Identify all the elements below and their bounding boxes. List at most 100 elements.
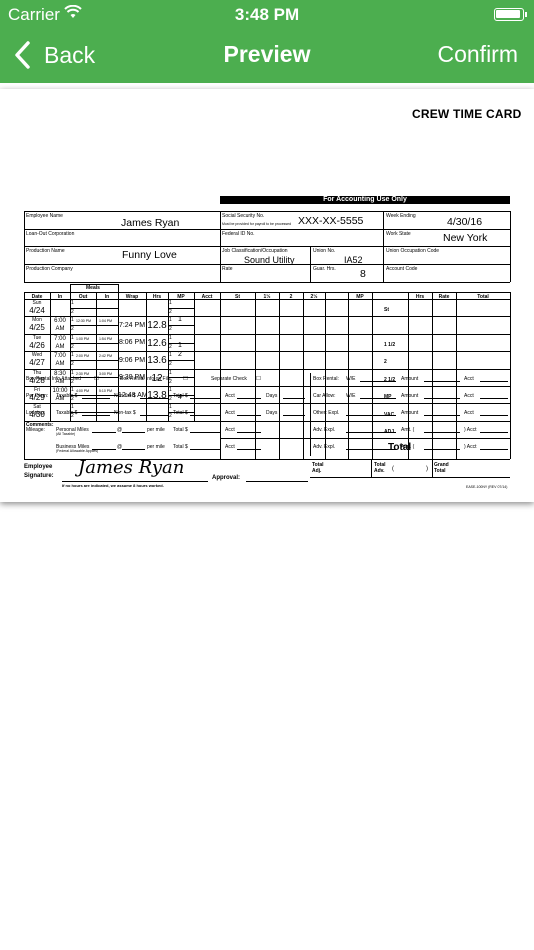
meal-out: 12:30 PM: [76, 319, 91, 324]
right-row-amount: Amount: [401, 410, 419, 416]
work-state-label: Work State: [386, 231, 411, 237]
right-row-label: Adv. Expl.: [313, 444, 336, 450]
meal-slot-2: 2: [71, 343, 74, 350]
accounting-header: For Accounting Use Only: [220, 196, 510, 204]
guar-hrs-value: 8: [360, 268, 366, 280]
rate-label: Rate: [222, 266, 233, 272]
time-in-ampm: AM: [55, 326, 65, 333]
column-header: Hrs: [152, 293, 162, 300]
wrap-time: 9:06 PM: [118, 356, 146, 364]
expense-b: Non-tax $: [114, 393, 136, 399]
week-ending-label: Week Ending: [386, 213, 416, 219]
box-rental-attached: Box Rental Info Attached: [26, 376, 82, 382]
mp-slot-1: 1: [169, 317, 172, 324]
meal-out: 2:30 PM: [76, 371, 90, 376]
mp-slot-1: 1: [169, 387, 172, 393]
expense-total: Total $: [173, 444, 188, 450]
union-no-value: IA52: [344, 255, 363, 265]
production-name-value: Funny Love: [122, 249, 177, 261]
expense-acct: Acct: [225, 444, 235, 450]
production-name-label: Production Name: [26, 248, 65, 254]
meal-in: 1:54 PM: [99, 336, 113, 341]
column-header: Out: [78, 293, 88, 300]
job-class-value: Sound Utility: [244, 255, 295, 265]
meal-penalty-2: 1: [178, 341, 182, 349]
work-state-value: New York: [443, 232, 488, 244]
right-row-acct: Acct: [464, 410, 474, 416]
expense-per-mile: per mile: [147, 444, 165, 450]
wrap-time: 7:24 PM: [118, 321, 146, 329]
column-header: Wrap: [125, 293, 139, 300]
week-ending-value: 4/30/16: [447, 216, 483, 228]
day-date: 4/27: [29, 358, 45, 368]
day-date: 4/25: [29, 323, 45, 333]
meals-label: Meals: [86, 285, 100, 291]
column-header: Date: [31, 293, 43, 300]
employee-name-value: James Ryan: [121, 217, 180, 229]
expense-acct: Acct: [225, 427, 235, 433]
column-header: MP: [177, 293, 185, 300]
right-row-we: W/E: [346, 393, 356, 399]
box-rental-on-file: Box Rental Info on File: [120, 376, 171, 382]
day-date: 4/24: [29, 306, 45, 315]
meal-in: 2:42 PM: [99, 354, 113, 359]
expense-a-note: (All Taxable): [56, 432, 76, 436]
footnote: If no hours are indicated, we assume 8 h…: [62, 483, 164, 488]
expense-a-note: (Federal Allowable Applies): [56, 449, 99, 453]
expense-label: Lodging:: [26, 410, 46, 416]
wrap-time: 8:06 PM: [118, 339, 146, 347]
right-row-label: Car Allow:: [313, 393, 336, 399]
mp-slot-2: 2: [169, 343, 172, 350]
right-row-acct: ) Acct: [464, 427, 477, 433]
time-card-preview: CREW TIME CARD Employee Name James Ryan …: [0, 89, 534, 502]
checkbox-on-file: ☐: [183, 375, 188, 382]
right-row-acct: Acct: [464, 393, 474, 399]
right-row-amount: Amt. (: [401, 444, 415, 450]
column-header: 2: [289, 293, 293, 300]
checkbox-separate: ☐: [256, 375, 261, 382]
expense-total: Total $: [173, 427, 188, 433]
meal-slot-1: 1: [71, 300, 74, 306]
right-row-amount: Amount: [401, 393, 419, 399]
accounting-row-label: 1 1/2: [384, 341, 396, 348]
ssn-label: Social Security No.: [222, 213, 265, 219]
column-header: 2½: [310, 293, 318, 300]
ssn-value: XXX-XX-5555: [298, 215, 364, 227]
time-in: 7:00: [54, 335, 66, 342]
battery-icon: [494, 8, 527, 21]
meal-slot-1: 1: [71, 352, 74, 359]
federal-id-label: Federal ID No.: [222, 231, 255, 237]
expense-total: Total $: [173, 410, 188, 416]
time-in: 7:00: [54, 353, 66, 360]
mp-slot-2: 2: [169, 309, 172, 315]
accounting-row-label: 2 1/2: [384, 376, 396, 383]
column-header: In: [104, 293, 110, 300]
meal-slot-1: 1: [71, 369, 74, 376]
expense-a: Taxable $: [56, 410, 78, 416]
time-in-ampm: AM: [55, 361, 65, 368]
column-header: St: [235, 293, 240, 300]
meal-slot-1: 1: [71, 317, 74, 324]
account-code-label: Account Code: [386, 266, 418, 272]
hours: 13.6: [147, 355, 167, 367]
nav-bar: Carrier 3:48 PM Back Preview Confirm: [0, 0, 534, 83]
mp-slot-2: 2: [169, 396, 172, 402]
mp-slot-2: 2: [169, 326, 172, 333]
production-company-label: Production Company: [26, 266, 73, 272]
meal-in: 5:10 PM: [99, 389, 113, 393]
expense-total: Total $: [173, 393, 188, 399]
expense-label: Per Diem:: [26, 393, 49, 399]
grand-total-label: Grand Total: [434, 462, 449, 474]
hours: 12.8: [147, 320, 167, 332]
meal-penalty-1: 1: [178, 316, 182, 324]
signature-image: James Ryan: [78, 457, 185, 478]
employee-signature-label: Employee Signature:: [24, 464, 54, 479]
expense-a: Taxable $: [56, 393, 78, 399]
total-adv-label: Total Adv.: [374, 462, 386, 474]
column-header: Rate: [438, 293, 450, 300]
confirm-button[interactable]: Confirm: [437, 41, 518, 68]
separate-check: Separate Check: [211, 376, 247, 382]
meal-out: 2:00 PM: [76, 354, 90, 359]
column-header: 1½: [263, 293, 271, 300]
right-row-label: Adv. Expl.: [313, 427, 336, 433]
